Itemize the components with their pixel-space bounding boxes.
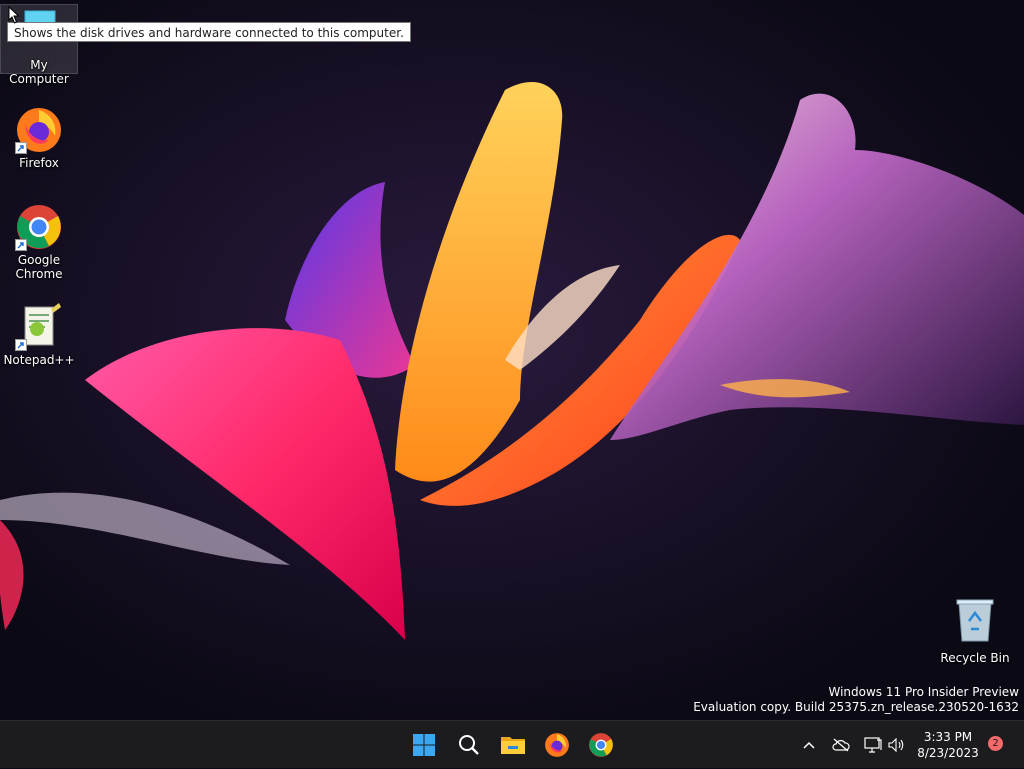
desktop-icon-label: Google Chrome xyxy=(15,253,63,281)
network-icon xyxy=(864,737,882,753)
shortcut-arrow-icon xyxy=(15,239,27,251)
chrome-icon xyxy=(589,733,613,757)
desktop-icon-recycle-bin[interactable]: Recycle Bin xyxy=(937,597,1013,665)
windows-watermark: Windows 11 Pro Insider Preview Evaluatio… xyxy=(693,685,1019,715)
file-explorer-icon xyxy=(501,737,525,754)
tooltip: Shows the disk drives and hardware conne… xyxy=(7,22,411,42)
search-button[interactable] xyxy=(451,727,487,763)
start-icon xyxy=(413,734,435,756)
recycle-bin-icon xyxy=(956,599,994,642)
wallpaper xyxy=(0,0,1024,720)
taskbar-file-explorer[interactable] xyxy=(495,727,531,763)
taskbar: 3:33 PM 8/23/2023 xyxy=(0,720,1024,768)
onedrive-status-button[interactable] xyxy=(830,721,852,769)
shortcut-arrow-icon xyxy=(15,339,27,351)
show-hidden-icons-button[interactable] xyxy=(798,721,820,769)
desktop-icon-label: Notepad++ xyxy=(3,353,75,367)
desktop-icon-google-chrome[interactable]: Google Chrome xyxy=(1,203,77,281)
notification-badge[interactable]: 2 xyxy=(988,736,1003,751)
desktop-icon-notepadpp[interactable]: Notepad++ xyxy=(1,303,77,367)
chevron-up-icon xyxy=(803,741,815,749)
search-icon xyxy=(459,735,479,755)
watermark-build: Evaluation copy. Build 25375.zn_release.… xyxy=(693,700,1019,714)
network-button[interactable] xyxy=(862,721,884,769)
firefox-icon xyxy=(545,733,569,757)
start-button[interactable] xyxy=(406,727,442,763)
clock-time: 3:33 PM xyxy=(923,730,973,744)
desktop-icon-firefox[interactable]: Firefox xyxy=(1,106,77,170)
watermark-edition: Windows 11 Pro Insider Preview xyxy=(828,685,1019,699)
taskbar-firefox[interactable] xyxy=(539,727,575,763)
mouse-cursor-icon xyxy=(8,6,20,24)
shortcut-arrow-icon xyxy=(15,142,27,154)
cloud-offline-icon xyxy=(832,738,850,752)
taskbar-chrome[interactable] xyxy=(583,727,619,763)
volume-icon xyxy=(888,738,904,752)
clock-date: 8/23/2023 xyxy=(917,746,979,760)
desktop-icon-label: Firefox xyxy=(19,156,59,170)
clock-button[interactable]: 3:33 PM 8/23/2023 xyxy=(912,729,984,761)
desktop-icon-label: Recycle Bin xyxy=(940,651,1010,665)
volume-button[interactable] xyxy=(886,721,908,769)
desktop-icon-label: My Computer xyxy=(9,58,69,86)
